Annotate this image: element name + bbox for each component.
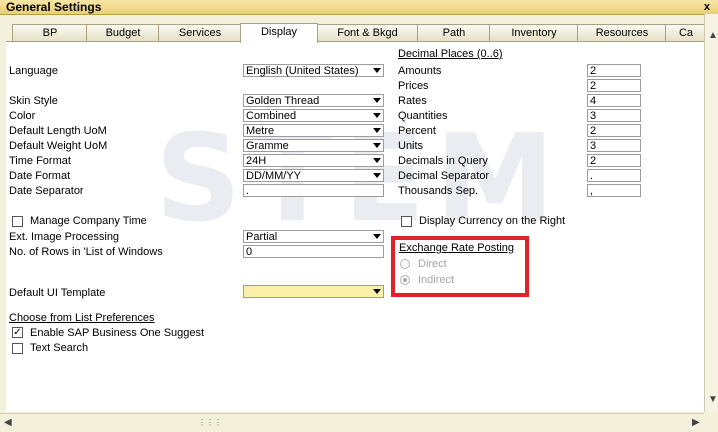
amounts-field[interactable]: 2 — [587, 64, 641, 77]
scroll-right-icon[interactable]: ▶ — [692, 417, 700, 428]
ext-image-label: Ext. Image Processing — [9, 231, 120, 243]
chevron-down-icon — [373, 234, 381, 239]
decimals-in-query-field[interactable]: 2 — [587, 154, 641, 167]
tab-ca[interactable]: Ca — [665, 24, 707, 41]
chevron-down-icon — [373, 68, 381, 73]
scroll-left-icon[interactable]: ◀ — [4, 417, 12, 428]
tab-font-bkgd[interactable]: Font & Bkgd — [316, 24, 419, 41]
exchange-rate-header: Exchange Rate Posting — [399, 242, 514, 254]
color-select[interactable]: Combined — [243, 109, 384, 122]
manage-company-time-checkbox[interactable] — [12, 216, 23, 227]
skin-style-select[interactable]: Golden Thread — [243, 94, 384, 107]
decimals-in-query-label: Decimals in Query — [398, 155, 488, 167]
rows-list-windows-label: No. of Rows in 'List of Windows — [9, 246, 163, 258]
percent-label: Percent — [398, 125, 436, 137]
chevron-down-icon — [373, 158, 381, 163]
direct-radio[interactable] — [400, 259, 410, 269]
prices-field[interactable]: 2 — [587, 79, 641, 92]
rows-list-windows-field[interactable]: 0 — [243, 245, 384, 258]
chevron-down-icon — [373, 173, 381, 178]
units-field[interactable]: 3 — [587, 139, 641, 152]
decimal-separator-label: Decimal Separator — [398, 170, 490, 182]
title-bar: General Settings x — [0, 0, 718, 15]
chevron-down-icon — [373, 128, 381, 133]
rates-field[interactable]: 4 — [587, 94, 641, 107]
date-format-label: Date Format — [9, 170, 71, 182]
tab-path[interactable]: Path — [417, 24, 491, 41]
time-format-label: Time Format — [9, 155, 71, 167]
display-currency-label: Display Currency on the Right — [419, 215, 566, 227]
close-icon[interactable]: x — [704, 0, 710, 14]
manage-company-time-label: Manage Company Time — [30, 215, 147, 227]
thousands-sep-label: Thousands Sep. — [398, 185, 479, 197]
date-separator-field[interactable]: . — [243, 184, 384, 197]
thousands-sep-field[interactable]: , — [587, 184, 641, 197]
enable-suggest-label: Enable SAP Business One Suggest — [30, 327, 205, 339]
skin-style-label: Skin Style — [9, 95, 58, 107]
decimal-places-header: Decimal Places (0..6) — [398, 48, 503, 60]
ui-template-label: Default UI Template — [9, 287, 106, 299]
tab-bp[interactable]: BP — [12, 24, 88, 41]
language-select[interactable]: English (United States) — [243, 64, 384, 77]
tab-display[interactable]: Display — [240, 23, 318, 43]
weight-uom-select[interactable]: Gramme — [243, 139, 384, 152]
color-label: Color — [9, 110, 36, 122]
ui-template-select[interactable] — [243, 285, 384, 298]
amounts-label: Amounts — [398, 65, 442, 77]
tab-resources[interactable]: Resources — [577, 24, 667, 41]
time-format-select[interactable]: 24H — [243, 154, 384, 167]
weight-uom-label: Default Weight UoM — [9, 140, 108, 152]
length-uom-label: Default Length UoM — [9, 125, 107, 137]
chevron-down-icon — [373, 113, 381, 118]
units-label: Units — [398, 140, 424, 152]
percent-field[interactable]: 2 — [587, 124, 641, 137]
tab-inventory[interactable]: Inventory — [489, 24, 579, 41]
enable-suggest-checkbox[interactable]: ✓ — [12, 327, 23, 338]
window-title: General Settings — [6, 0, 102, 14]
scrollbar-grip-icon[interactable]: ⋮⋮⋮ — [198, 418, 222, 427]
quantities-field[interactable]: 3 — [587, 109, 641, 122]
tab-strip: BP Budget Services Display Font & Bkgd P… — [6, 23, 718, 43]
text-search-label: Text Search — [30, 342, 89, 354]
decimal-separator-field[interactable]: . — [587, 169, 641, 182]
cfl-preferences-header: Choose from List Preferences — [9, 312, 155, 324]
text-search-checkbox[interactable] — [12, 343, 23, 354]
vertical-scrollbar[interactable]: ▲ ▼ — [704, 14, 718, 412]
horizontal-scrollbar[interactable]: ◀ ⋮⋮⋮ ▶ — [0, 413, 704, 432]
chevron-down-icon — [373, 289, 381, 294]
chevron-down-icon — [373, 143, 381, 148]
prices-label: Prices — [398, 80, 429, 92]
indirect-label: Indirect — [418, 274, 455, 286]
scroll-up-icon[interactable]: ▲ — [708, 30, 718, 41]
direct-label: Direct — [418, 258, 447, 270]
tab-budget[interactable]: Budget — [86, 24, 160, 41]
quantities-label: Quantities — [398, 110, 448, 122]
display-currency-checkbox[interactable] — [401, 216, 412, 227]
rates-label: Rates — [398, 95, 427, 107]
chevron-down-icon — [373, 98, 381, 103]
tab-services[interactable]: Services — [158, 24, 242, 41]
ext-image-select[interactable]: Partial — [243, 230, 384, 243]
indirect-radio[interactable] — [400, 275, 410, 285]
language-label: Language — [9, 65, 58, 77]
scroll-down-icon[interactable]: ▼ — [708, 394, 718, 405]
date-format-select[interactable]: DD/MM/YY — [243, 169, 384, 182]
length-uom-select[interactable]: Metre — [243, 124, 384, 137]
date-separator-label: Date Separator — [9, 185, 84, 197]
